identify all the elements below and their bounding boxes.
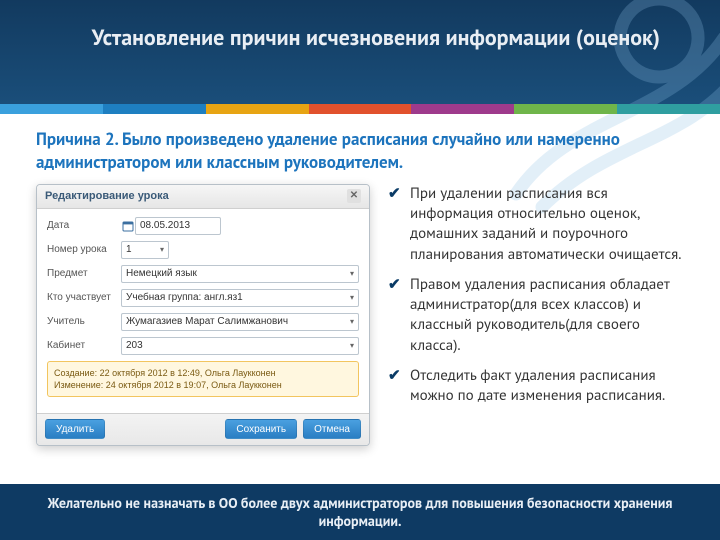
meta-box: Создание: 22 октября 2012 в 12:49, Ольга… (47, 361, 359, 397)
room-label: Кабинет (47, 340, 121, 351)
teacher-value: Жумагазиев Марат Салимжанович (126, 316, 288, 327)
date-label: Дата (47, 220, 121, 231)
color-bar (0, 104, 720, 114)
cancel-button[interactable]: Отмена (303, 419, 361, 439)
dialog-footer: Удалить Сохранить Отмена (37, 413, 369, 445)
list-item: Отследить факт удаления расписания можно… (388, 366, 688, 407)
room-value: 203 (126, 340, 143, 351)
who-label: Кто участвует (47, 292, 121, 303)
room-select[interactable]: 203 ▾ (121, 337, 359, 355)
delete-button[interactable]: Удалить (45, 419, 105, 439)
date-input[interactable]: 08.05.2013 (135, 217, 221, 235)
date-value: 08.05.2013 (140, 220, 190, 231)
subject-label: Предмет (47, 268, 121, 279)
cause-heading: Причина 2. Было произведено удаление рас… (36, 128, 688, 174)
bullet-list: При удалении расписания вся информация о… (388, 184, 688, 446)
chevron-down-icon: ▾ (160, 245, 164, 254)
dialog-body: Дата 08.05.2013 Номер урока 1 ▾ (37, 209, 369, 399)
list-item: Правом удаления расписания обладает адми… (388, 275, 688, 356)
slide-title: Установление причин исчезновения информа… (60, 24, 660, 53)
chevron-down-icon: ▾ (350, 269, 354, 278)
list-item: При удалении расписания вся информация о… (388, 184, 688, 265)
dialog-header: Редактирование урока ✕ (37, 185, 369, 209)
calendar-icon[interactable] (121, 219, 135, 233)
chevron-down-icon: ▾ (350, 293, 354, 302)
chevron-down-icon: ▾ (350, 341, 354, 350)
close-icon[interactable]: ✕ (347, 189, 361, 203)
dialog-title: Редактирование урока (45, 184, 169, 208)
save-button[interactable]: Сохранить (225, 419, 297, 439)
lesson-edit-dialog: Редактирование урока ✕ Дата 08.05.2013 Н… (36, 184, 370, 446)
meta-modified: Изменение: 24 октября 2012 в 19:07, Ольг… (54, 379, 352, 391)
num-label: Номер урока (47, 244, 121, 255)
chevron-down-icon: ▾ (350, 317, 354, 326)
num-value: 1 (126, 244, 132, 255)
teacher-label: Учитель (47, 316, 121, 327)
subject-value: Немецкий язык (126, 268, 197, 279)
subject-select[interactable]: Немецкий язык ▾ (121, 265, 359, 283)
footer-note: Желательно не назначать в ОО более двух … (0, 484, 720, 540)
who-value: Учебная группа: англ.яз1 (126, 292, 243, 303)
who-select[interactable]: Учебная группа: англ.яз1 ▾ (121, 289, 359, 307)
content-area: Причина 2. Было произведено удаление рас… (36, 128, 688, 540)
teacher-select[interactable]: Жумагазиев Марат Салимжанович ▾ (121, 313, 359, 331)
meta-created: Создание: 22 октября 2012 в 12:49, Ольга… (54, 367, 352, 379)
num-select[interactable]: 1 ▾ (121, 241, 169, 259)
slide-header: Установление причин исчезновения информа… (0, 0, 720, 104)
